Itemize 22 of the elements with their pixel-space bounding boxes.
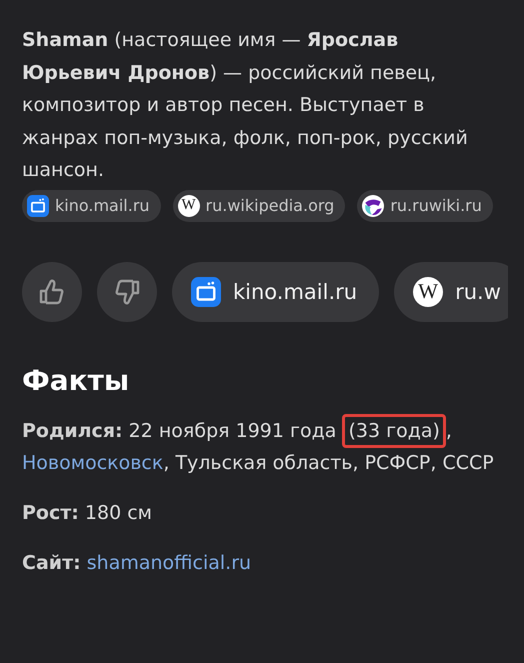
fact-link[interactable]: shamanofficial.ru: [86, 552, 252, 574]
highlighted-text: (33 года): [342, 414, 446, 448]
source-link[interactable]: kino.mail.ru: [22, 190, 161, 222]
fact-label: Рост:: [22, 502, 79, 524]
fact-label: Сайт:: [22, 552, 81, 574]
source-link[interactable]: W ru.w: [394, 262, 508, 322]
fact-value: , Тульская область, РСФСР, СССР: [163, 452, 494, 474]
description-text: Shaman (настоящее имя — Ярослав Юрьевич Дронов) — российский певец, композитор и автор песен. Выступает в жанрах поп-музыка, фолк, поп-рок, русский шансон.: [22, 28, 469, 183]
tv-icon: [27, 194, 49, 216]
wikipedia-logo-icon: W: [178, 194, 200, 216]
fact-link[interactable]: Новомосковск: [22, 452, 164, 474]
source-link[interactable]: W ru.wikipedia.org: [172, 190, 346, 222]
source-link[interactable]: ru.ruwiki.ru: [357, 190, 493, 222]
wikipedia-logo-icon: W: [413, 276, 444, 306]
tv-icon: [191, 276, 221, 306]
ruwiki-logo-icon: [362, 194, 384, 216]
fact-value: 22 ноября 1991 года: [128, 420, 336, 442]
source-link[interactable]: kino.mail.ru: [172, 262, 380, 322]
section-heading: Факты: [22, 364, 130, 396]
fact-label: Родился:: [22, 420, 123, 442]
fact-value: 180 см: [84, 502, 152, 524]
fact-value: ,: [446, 420, 452, 442]
